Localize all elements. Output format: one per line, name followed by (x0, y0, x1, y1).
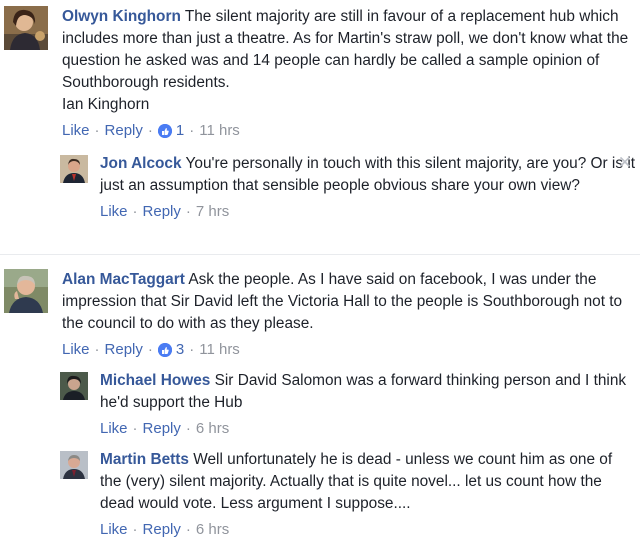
comment-alan-mactaggart: Alan MacTaggart Ask the people. As I hav… (4, 269, 634, 360)
comment-olwyn-kinghorn: Olwyn Kinghorn The silent majority are s… (4, 6, 634, 141)
comment-text: Michael Howes Sir David Salomon was a fo… (100, 370, 636, 414)
like-link[interactable]: Like (100, 520, 128, 540)
timestamp[interactable]: 6 hrs (196, 520, 229, 540)
comment-text: Martin Betts Well unfortunately he is de… (100, 449, 636, 515)
like-link[interactable]: Like (100, 419, 128, 439)
author-name[interactable]: Martin Betts (100, 451, 189, 468)
reply-link[interactable]: Reply (143, 419, 181, 439)
author-name[interactable]: Olwyn Kinghorn (62, 8, 181, 25)
separator: · (185, 203, 191, 220)
reply-link[interactable]: Reply (143, 520, 181, 540)
avatar[interactable] (4, 6, 48, 50)
separator: · (132, 203, 138, 220)
separator: · (147, 341, 153, 358)
reply-jon-alcock: Jon Alcock You're personally in touch wi… (60, 153, 636, 222)
like-link[interactable]: Like (100, 202, 128, 222)
comment-actions: Like · Reply · 1 · 11 hrs (62, 121, 634, 141)
separator: · (189, 341, 195, 358)
timestamp[interactable]: 11 hrs (199, 121, 240, 141)
reply-michael-howes: Michael Howes Sir David Salomon was a fo… (60, 370, 636, 439)
comment-actions: Like · Reply · 7 hrs (100, 202, 636, 222)
separator: · (189, 122, 195, 139)
like-link[interactable]: Like (62, 340, 90, 360)
timestamp[interactable]: 11 hrs (199, 340, 240, 360)
comment-actions: Like · Reply · 3 · 11 hrs (62, 340, 634, 360)
reaction-count[interactable]: 3 (176, 340, 184, 360)
separator: · (147, 122, 153, 139)
author-name[interactable]: Jon Alcock (100, 155, 182, 172)
separator: · (94, 122, 100, 139)
like-link[interactable]: Like (62, 121, 90, 141)
reply-martin-betts: Martin Betts Well unfortunately he is de… (60, 449, 636, 540)
comment-text: Alan MacTaggart Ask the people. As I hav… (62, 269, 634, 335)
separator: · (132, 420, 138, 437)
comment-text: Jon Alcock You're personally in touch wi… (100, 153, 636, 197)
author-name[interactable]: Alan MacTaggart (62, 271, 185, 288)
timestamp[interactable]: 7 hrs (196, 202, 229, 222)
separator: · (185, 420, 191, 437)
comment-actions: Like · Reply · 6 hrs (100, 520, 636, 540)
separator: · (94, 341, 100, 358)
reply-link[interactable]: Reply (143, 202, 181, 222)
reply-link[interactable]: Reply (105, 121, 143, 141)
thread-divider (0, 254, 640, 255)
separator: · (185, 521, 191, 538)
comment-text: Olwyn Kinghorn The silent majority are s… (62, 6, 634, 116)
separator: · (132, 521, 138, 538)
comment-signature: Ian Kinghorn (62, 96, 150, 113)
reply-link[interactable]: Reply (105, 340, 143, 360)
reaction-count[interactable]: 1 (176, 121, 184, 141)
avatar[interactable] (60, 451, 88, 479)
avatar[interactable] (60, 372, 88, 400)
thumbs-up-icon[interactable] (157, 343, 172, 357)
author-name[interactable]: Michael Howes (100, 372, 210, 389)
avatar[interactable] (4, 269, 48, 313)
comment-actions: Like · Reply · 6 hrs (100, 419, 636, 439)
avatar[interactable] (60, 155, 88, 183)
close-icon[interactable]: ✕ (618, 153, 632, 173)
thumbs-up-icon[interactable] (157, 124, 172, 138)
timestamp[interactable]: 6 hrs (196, 419, 229, 439)
